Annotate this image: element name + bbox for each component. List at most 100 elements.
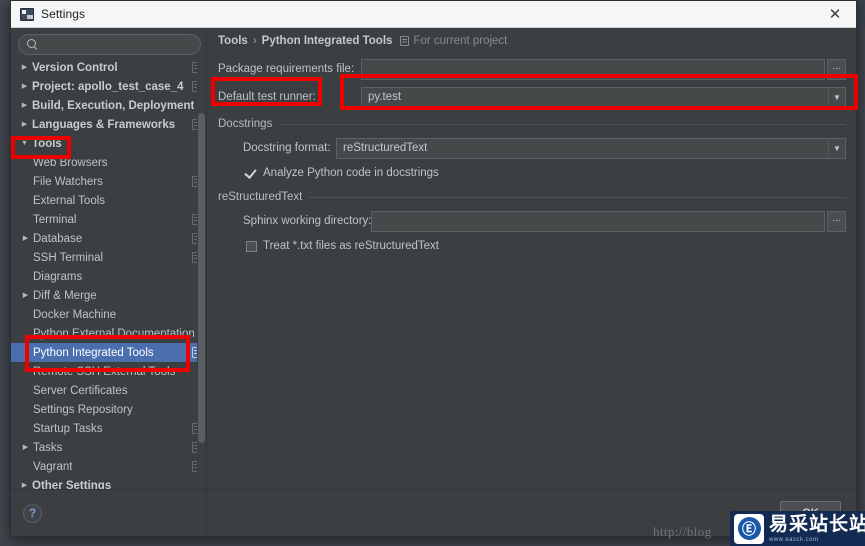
sidebar-item-label: Project: apollo_test_case_4 — [32, 80, 184, 93]
default-test-runner-value: py.test — [368, 91, 402, 103]
chevron-right-icon[interactable]: ▶ — [17, 102, 32, 109]
chevron-right-icon[interactable]: ▶ — [17, 83, 32, 90]
default-test-runner-combo[interactable]: py.test ▼ — [361, 86, 846, 108]
breadcrumb: Tools › Python Integrated Tools For curr… — [207, 28, 856, 54]
url-overlay-text: http://blog — [653, 524, 712, 539]
sidebar-item-docker-machine[interactable]: Docker Machine — [11, 305, 206, 324]
sidebar-scrollbar[interactable] — [197, 58, 206, 489]
sidebar-item-label: Vagrant — [33, 460, 73, 473]
sidebar-item-label: Terminal — [33, 213, 77, 226]
sidebar-item-tools[interactable]: ▼ Tools — [11, 134, 206, 153]
sidebar-item-settings-repository[interactable]: Settings Repository — [11, 400, 206, 419]
sidebar-item-label: SSH Terminal — [33, 251, 104, 264]
sidebar-item-terminal[interactable]: Terminal — [11, 210, 206, 229]
docstring-format-row: Docstring format: reStructuredText ▼ — [218, 135, 846, 161]
breadcrumb-current: Python Integrated Tools — [261, 35, 393, 47]
analyze-python-code-checkbox[interactable] — [246, 168, 257, 179]
sidebar-item-diagrams[interactable]: Diagrams — [11, 267, 206, 286]
search-icon — [27, 39, 38, 50]
settings-form: Package requirements file: ... Default t… — [207, 54, 856, 489]
sidebar-item-tasks[interactable]: ▶ Tasks — [11, 438, 206, 457]
sidebar-item-startup-tasks[interactable]: Startup Tasks — [11, 419, 206, 438]
sidebar-item-other-settings[interactable]: ▶ Other Settings — [11, 476, 206, 490]
chevron-right-icon[interactable]: ▶ — [17, 482, 32, 489]
restructuredtext-section-rule — [309, 196, 846, 198]
settings-content-pane: Tools › Python Integrated Tools For curr… — [207, 28, 856, 536]
search-input[interactable] — [43, 38, 192, 51]
docstrings-section-rule — [279, 123, 846, 125]
sidebar-item-vagrant[interactable]: Vagrant — [11, 457, 206, 476]
sidebar-item-web-browsers[interactable]: Web Browsers — [11, 153, 206, 172]
chevron-down-icon[interactable]: ▼ — [17, 140, 32, 147]
sidebar-item-version-control[interactable]: ▶ Version Control — [11, 58, 206, 77]
analyze-python-code-row[interactable]: Analyze Python code in docstrings — [218, 163, 846, 183]
sphinx-working-directory-label: Sphinx working directory: — [243, 215, 372, 227]
chevron-right-icon[interactable]: ▶ — [17, 121, 32, 128]
sidebar-item-label: Diagrams — [33, 270, 83, 283]
sidebar-item-label: Web Browsers — [33, 156, 108, 169]
sidebar-item-label: Version Control — [32, 61, 118, 74]
watermark-english-text: www.easck.com — [769, 536, 819, 543]
sidebar-item-label: External Tools — [33, 194, 106, 207]
sidebar-item-label: Python Integrated Tools — [33, 346, 154, 359]
sidebar-scrollbar-thumb[interactable] — [198, 113, 205, 443]
sidebar-item-ssh-terminal[interactable]: SSH Terminal — [11, 248, 206, 267]
watermark: Ⓔ 易采站长站 www.easck.com — [730, 511, 865, 546]
treat-txt-files-row[interactable]: Treat *.txt files as reStructuredText — [218, 236, 846, 256]
package-requirements-browse-button[interactable]: ... — [827, 58, 846, 80]
breadcrumb-scope-label: For current project — [413, 35, 508, 47]
settings-dialog: Settings ✕ ▶ Version Control ▶ Project: apo… — [10, 0, 857, 537]
docstring-format-label: Docstring format: — [243, 142, 331, 154]
search-box[interactable] — [18, 34, 201, 55]
sidebar-item-file-watchers[interactable]: File Watchers — [11, 172, 206, 191]
close-icon[interactable]: ✕ — [820, 1, 850, 27]
package-requirements-label: Package requirements file: — [218, 63, 355, 75]
settings-tree-list[interactable]: ▶ Version Control ▶ Project: apollo_test_ca… — [11, 58, 206, 489]
watermark-text: 易采站长站 www.easck.com — [769, 514, 865, 543]
chevron-right-icon[interactable]: ▶ — [18, 235, 33, 242]
screen-root: Settings ✕ ▶ Version Control ▶ Project: apo… — [0, 0, 865, 546]
background-right-strip — [857, 28, 865, 518]
chevron-down-icon[interactable]: ▼ — [828, 138, 845, 158]
sidebar-item-label: File Watchers — [33, 175, 103, 188]
chevron-right-icon[interactable]: ▶ — [17, 64, 32, 71]
sidebar-item-external-tools[interactable]: External Tools — [11, 191, 206, 210]
treat-txt-files-checkbox[interactable] — [246, 240, 257, 252]
help-button[interactable]: ? — [23, 503, 42, 523]
sidebar-item-build-execution-deployment[interactable]: ▶ Build, Execution, Deployment — [11, 96, 206, 115]
sidebar-item-label: Server Certificates — [33, 384, 128, 397]
sidebar-item-project-apollo-test-case-4[interactable]: ▶ Project: apollo_test_case_4 — [11, 77, 206, 96]
watermark-logo-icon: Ⓔ — [734, 513, 764, 544]
package-requirements-row: Package requirements file: ... — [218, 56, 846, 82]
breadcrumb-root[interactable]: Tools — [218, 35, 248, 47]
settings-tree[interactable]: ▶ Version Control ▶ Project: apollo_test_ca… — [11, 58, 206, 489]
window-title: Settings — [41, 7, 86, 21]
sphinx-working-directory-input[interactable] — [371, 210, 825, 232]
sidebar-item-server-certificates[interactable]: Server Certificates — [11, 381, 206, 400]
sidebar-item-label: Tasks — [33, 441, 63, 454]
settings-window-icon — [20, 7, 34, 21]
sphinx-working-directory-browse-button[interactable]: ... — [827, 210, 846, 232]
chevron-right-icon[interactable]: ▶ — [18, 444, 33, 451]
chevron-right-icon[interactable]: ▶ — [18, 292, 33, 299]
docstrings-section-title: Docstrings — [218, 118, 273, 130]
settings-sidebar: ▶ Version Control ▶ Project: apollo_test_ca… — [11, 28, 206, 536]
chevron-down-icon[interactable]: ▼ — [828, 87, 845, 107]
search-container — [11, 28, 206, 58]
watermark-logo-glyph: Ⓔ — [737, 517, 761, 540]
sidebar-item-python-integrated-tools[interactable]: Python Integrated Tools — [11, 343, 206, 362]
docstring-format-combo[interactable]: reStructuredText ▼ — [336, 137, 846, 159]
sidebar-item-label: Python External Documentation — [33, 327, 195, 340]
sidebar-footer: ? — [11, 489, 206, 536]
sidebar-item-languages-frameworks[interactable]: ▶ Languages & Frameworks — [11, 115, 206, 134]
sphinx-working-directory-row: Sphinx working directory: ... — [218, 208, 846, 234]
sidebar-item-database[interactable]: ▶ Database — [11, 229, 206, 248]
package-requirements-input[interactable] — [361, 58, 825, 80]
docstring-format-value: reStructuredText — [343, 142, 428, 154]
docstrings-section-header: Docstrings — [218, 118, 846, 130]
sidebar-item-remote-ssh-external-tools[interactable]: Remote SSH External Tools — [11, 362, 206, 381]
sidebar-item-diff-merge[interactable]: ▶ Diff & Merge — [11, 286, 206, 305]
analyze-python-code-label: Analyze Python code in docstrings — [263, 167, 439, 179]
sidebar-item-label: Languages & Frameworks — [32, 118, 176, 131]
sidebar-item-python-external-documentation[interactable]: Python External Documentation — [11, 324, 206, 343]
